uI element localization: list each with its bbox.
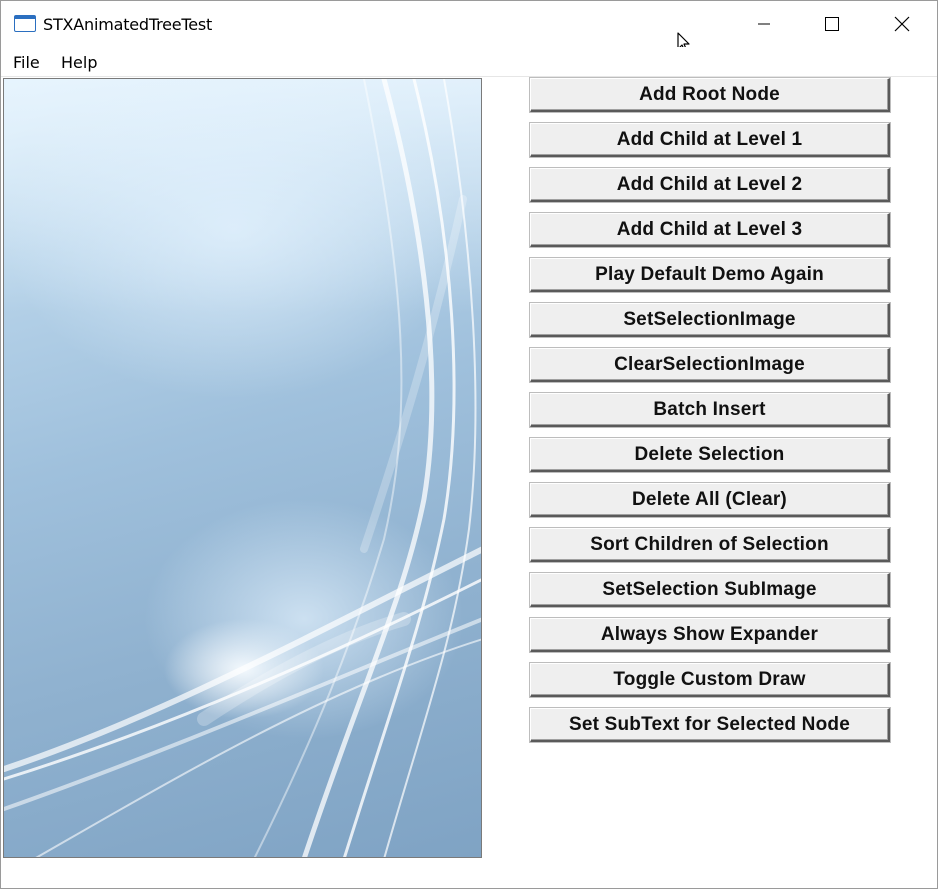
add-root-node-button[interactable]: Add Root Node — [530, 78, 890, 112]
add-child-at-level-3-button[interactable]: Add Child at Level 3 — [530, 213, 890, 247]
minimize-button[interactable] — [741, 1, 787, 47]
background-light-streaks — [4, 79, 481, 857]
add-child-at-level-2-button[interactable]: Add Child at Level 2 — [530, 168, 890, 202]
add-child-at-level-1-button[interactable]: Add Child at Level 1 — [530, 123, 890, 157]
minimize-icon — [758, 23, 770, 25]
menu-help[interactable]: Help — [59, 53, 99, 72]
batch-insert-button[interactable]: Batch Insert — [530, 393, 890, 427]
close-icon — [894, 16, 910, 32]
app-window: STXAnimatedTreeTest File Help Add Root N… — [0, 0, 938, 889]
clearselectionimage-button[interactable]: ClearSelectionImage — [530, 348, 890, 382]
delete-all-clear-button[interactable]: Delete All (Clear) — [530, 483, 890, 517]
maximize-button[interactable] — [809, 1, 855, 47]
menu-bar: File Help — [1, 47, 937, 77]
setselectionimage-button[interactable]: SetSelectionImage — [530, 303, 890, 337]
title-bar[interactable]: STXAnimatedTreeTest — [1, 1, 937, 53]
close-button[interactable] — [879, 1, 925, 47]
set-subtext-for-selected-node-button[interactable]: Set SubText for Selected Node — [530, 708, 890, 742]
menu-file[interactable]: File — [11, 53, 42, 72]
animated-tree-view[interactable] — [3, 78, 482, 858]
window-app-icon — [14, 15, 36, 32]
maximize-icon — [825, 17, 839, 31]
play-default-demo-again-button[interactable]: Play Default Demo Again — [530, 258, 890, 292]
toggle-custom-draw-button[interactable]: Toggle Custom Draw — [530, 663, 890, 697]
sort-children-of-selection-button[interactable]: Sort Children of Selection — [530, 528, 890, 562]
setselection-subimage-button[interactable]: SetSelection SubImage — [530, 573, 890, 607]
always-show-expander-button[interactable]: Always Show Expander — [530, 618, 890, 652]
delete-selection-button[interactable]: Delete Selection — [530, 438, 890, 472]
window-title: STXAnimatedTreeTest — [43, 15, 213, 34]
